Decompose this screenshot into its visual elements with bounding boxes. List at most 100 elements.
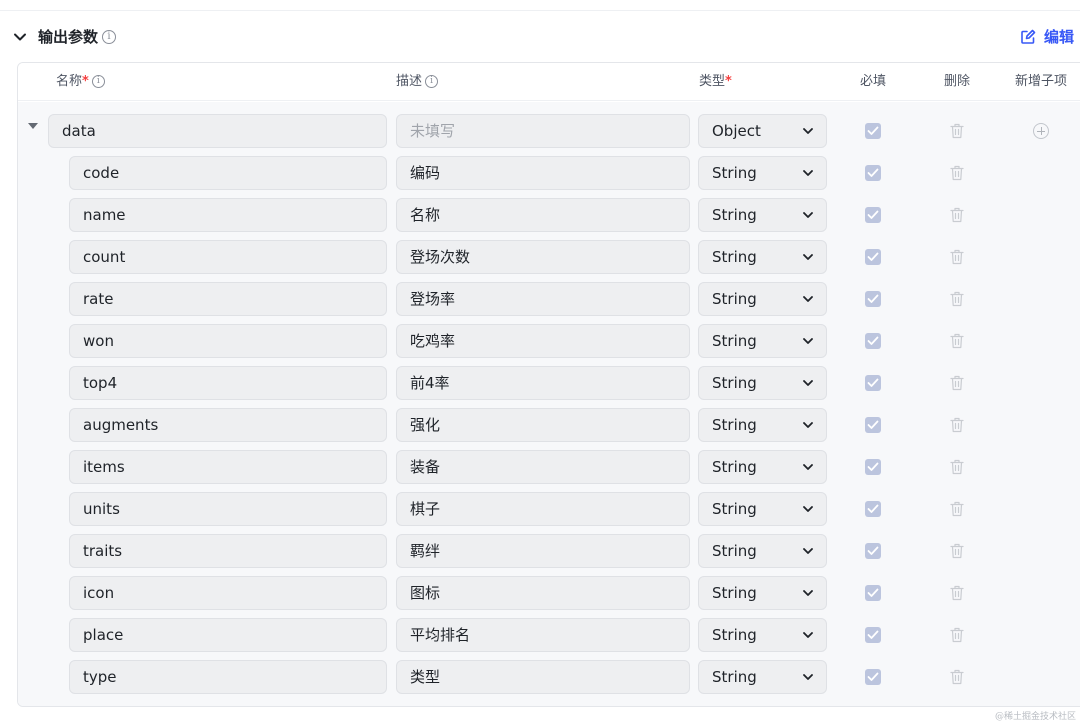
param-name-input[interactable]: units	[69, 492, 387, 526]
type-select[interactable]: String	[698, 156, 827, 190]
type-select[interactable]: String	[698, 534, 827, 568]
param-name-input[interactable]: augments	[69, 408, 387, 442]
required-checkbox[interactable]	[865, 585, 881, 601]
type-select[interactable]: String	[698, 366, 827, 400]
type-select[interactable]: String	[698, 324, 827, 358]
param-name-input[interactable]: traits	[69, 534, 387, 568]
param-desc-input[interactable]: 登场次数	[396, 240, 690, 274]
trash-icon[interactable]	[950, 669, 964, 685]
table-row: items 装备 String	[18, 446, 1080, 488]
trash-icon[interactable]	[950, 459, 964, 475]
type-select[interactable]: String	[698, 240, 827, 274]
type-select[interactable]: String	[698, 576, 827, 610]
param-name-input[interactable]: data	[48, 114, 387, 148]
trash-icon[interactable]	[950, 207, 964, 223]
param-desc-input[interactable]: 未填写	[396, 114, 690, 148]
param-name-input[interactable]: code	[69, 156, 387, 190]
add-child-icon[interactable]	[1033, 123, 1049, 139]
chevron-down-icon	[803, 296, 813, 302]
required-checkbox[interactable]	[865, 375, 881, 391]
type-select[interactable]: String	[698, 618, 827, 652]
info-icon[interactable]: i	[91, 75, 105, 88]
trash-icon[interactable]	[950, 333, 964, 349]
param-desc-input[interactable]: 名称	[396, 198, 690, 232]
param-name-input[interactable]: type	[69, 660, 387, 694]
required-checkbox[interactable]	[865, 501, 881, 517]
trash-icon[interactable]	[950, 627, 964, 643]
param-desc-input[interactable]: 前4率	[396, 366, 690, 400]
table-row: code 编码 String	[18, 152, 1080, 194]
param-desc-input[interactable]: 图标	[396, 576, 690, 610]
info-icon[interactable]: i	[102, 30, 116, 44]
required-checkbox[interactable]	[865, 291, 881, 307]
checkmark-icon	[867, 588, 879, 597]
trash-icon[interactable]	[950, 249, 964, 265]
trash-icon[interactable]	[950, 291, 964, 307]
param-name-input[interactable]: items	[69, 450, 387, 484]
type-select[interactable]: String	[698, 282, 827, 316]
param-desc-input[interactable]: 编码	[396, 156, 690, 190]
param-desc-input[interactable]: 平均排名	[396, 618, 690, 652]
trash-icon[interactable]	[950, 543, 964, 559]
type-select-value: String	[712, 248, 757, 266]
output-params-header: 输出参数 i 编辑	[0, 24, 1080, 50]
table-row: traits 羁绊 String	[18, 530, 1080, 572]
param-name-input[interactable]: rate	[69, 282, 387, 316]
trash-icon[interactable]	[950, 375, 964, 391]
param-name-input[interactable]: top4	[69, 366, 387, 400]
param-desc-input[interactable]: 装备	[396, 450, 690, 484]
edit-button[interactable]: 编辑	[1020, 26, 1074, 48]
required-checkbox[interactable]	[865, 543, 881, 559]
trash-icon[interactable]	[950, 417, 964, 433]
type-select[interactable]: String	[698, 198, 827, 232]
required-checkbox[interactable]	[865, 669, 881, 685]
type-select-value: String	[712, 626, 757, 644]
param-desc-input[interactable]: 登场率	[396, 282, 690, 316]
param-desc-input[interactable]: 棋子	[396, 492, 690, 526]
type-select[interactable]: String	[698, 660, 827, 694]
param-desc-input[interactable]: 强化	[396, 408, 690, 442]
watermark: @稀土掘金技术社区	[994, 712, 1076, 722]
section-title: 输出参数	[38, 28, 99, 46]
required-checkbox[interactable]	[865, 249, 881, 265]
chevron-down-icon	[803, 548, 813, 554]
caret-down-icon[interactable]	[28, 123, 38, 129]
chevron-down-icon	[803, 170, 813, 176]
type-select[interactable]: String	[698, 450, 827, 484]
info-icon[interactable]: i	[425, 75, 439, 88]
chevron-down-icon	[803, 422, 813, 428]
param-name-input[interactable]: icon	[69, 576, 387, 610]
param-name-input[interactable]: won	[69, 324, 387, 358]
checkmark-icon	[867, 210, 879, 219]
required-checkbox[interactable]	[865, 417, 881, 433]
chevron-down-icon[interactable]	[12, 29, 28, 45]
top-divider	[0, 10, 1080, 11]
param-name-input[interactable]: count	[69, 240, 387, 274]
type-select[interactable]: String	[698, 492, 827, 526]
required-checkbox[interactable]	[865, 123, 881, 139]
type-select-value: String	[712, 290, 757, 308]
chevron-down-icon	[803, 338, 813, 344]
table-row: place 平均排名 String	[18, 614, 1080, 656]
type-select[interactable]: String	[698, 408, 827, 442]
trash-icon[interactable]	[950, 585, 964, 601]
required-checkbox[interactable]	[865, 333, 881, 349]
param-desc-input[interactable]: 羁绊	[396, 534, 690, 568]
chevron-down-icon	[803, 632, 813, 638]
type-select-value: String	[712, 416, 757, 434]
trash-icon[interactable]	[950, 123, 964, 139]
trash-icon[interactable]	[950, 501, 964, 517]
trash-icon[interactable]	[950, 165, 964, 181]
param-desc-input[interactable]: 类型	[396, 660, 690, 694]
type-select-value: String	[712, 164, 757, 182]
chevron-down-icon	[803, 674, 813, 680]
param-name-input[interactable]: place	[69, 618, 387, 652]
required-checkbox[interactable]	[865, 459, 881, 475]
required-checkbox[interactable]	[865, 207, 881, 223]
checkmark-icon	[867, 546, 879, 555]
required-checkbox[interactable]	[865, 627, 881, 643]
type-select[interactable]: Object	[698, 114, 827, 148]
param-desc-input[interactable]: 吃鸡率	[396, 324, 690, 358]
required-checkbox[interactable]	[865, 165, 881, 181]
param-name-input[interactable]: name	[69, 198, 387, 232]
